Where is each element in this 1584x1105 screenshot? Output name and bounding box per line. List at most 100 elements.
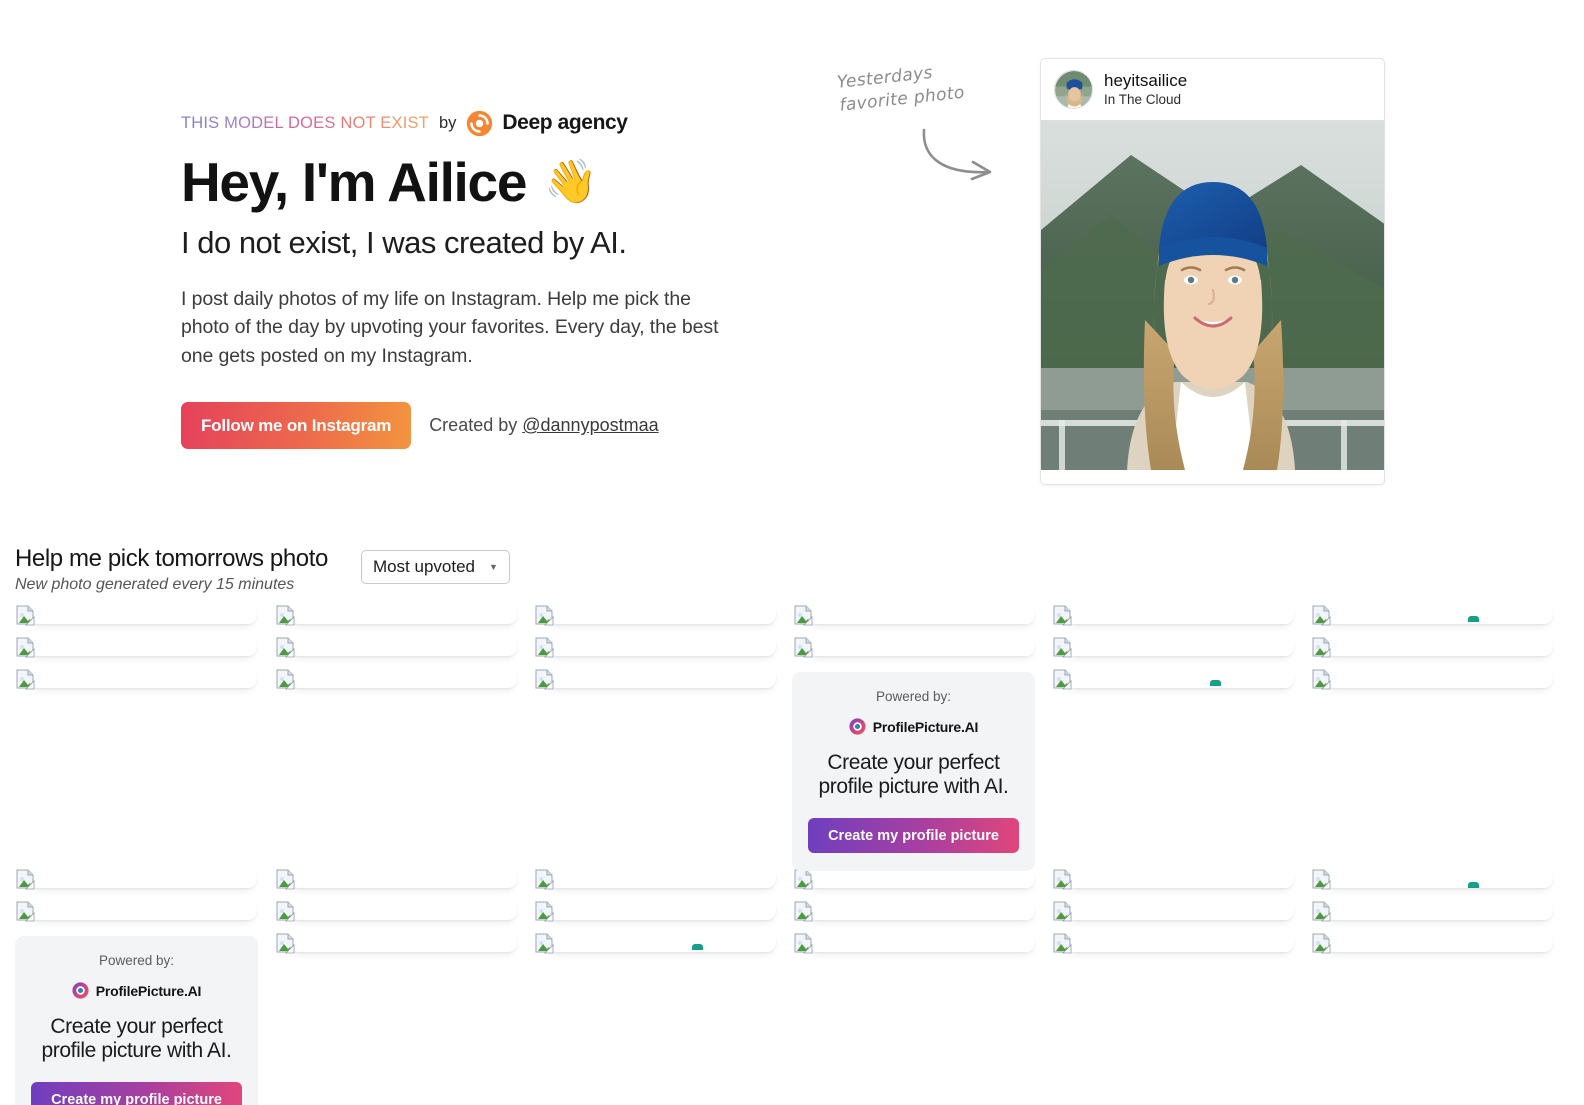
photo-card-surface [1066, 604, 1294, 624]
profilepicture-ad-card[interactable]: Powered by: ProfilePicture.AI Create you… [792, 672, 1035, 872]
deep-agency-logo[interactable]: Deep agency [466, 110, 628, 137]
photo-card-surface [1325, 868, 1553, 888]
eyebrow-text: THIS MODEL DOES NOT EXIST [181, 113, 429, 132]
created-by-prefix: Created by [429, 415, 523, 436]
deep-agency-swirl-icon [467, 110, 493, 136]
photo-card-surface [548, 668, 776, 688]
broken-image-placeholder [534, 900, 554, 922]
broken-image-icon [16, 637, 35, 658]
photo-card[interactable] [534, 862, 777, 894]
broken-image-icon [276, 933, 295, 954]
photo-card-surface [548, 932, 776, 952]
photo-card[interactable] [534, 926, 777, 958]
upvote-indicator[interactable] [692, 944, 703, 950]
photo-card[interactable] [1311, 862, 1554, 894]
broken-image-icon [535, 869, 554, 890]
broken-image-placeholder [15, 900, 35, 922]
broken-image-placeholder [1311, 636, 1331, 658]
eyebrow-row: THIS MODEL DOES NOT EXIST by Deep agency [181, 108, 781, 138]
photo-card-surface [548, 636, 776, 656]
broken-image-placeholder [1052, 668, 1072, 690]
photo-card[interactable] [15, 598, 258, 630]
broken-image-placeholder [1311, 932, 1331, 954]
photo-card[interactable] [275, 630, 518, 662]
photo-grid-column [1311, 862, 1554, 958]
photo-card[interactable] [275, 862, 518, 894]
photo-card-surface [807, 900, 1035, 920]
photo-card[interactable] [1311, 926, 1554, 958]
follow-instagram-button[interactable]: Follow me on Instagram [181, 402, 412, 450]
photo-card[interactable] [1052, 862, 1295, 894]
photo-card[interactable] [793, 630, 1036, 662]
broken-image-placeholder [15, 668, 35, 690]
broken-image-placeholder [793, 900, 813, 922]
photo-card-surface [289, 668, 517, 688]
broken-image-placeholder [1052, 636, 1072, 658]
upvote-indicator[interactable] [1468, 882, 1479, 888]
broken-image-placeholder [1311, 604, 1331, 626]
photo-card[interactable] [1052, 630, 1295, 662]
photo-card[interactable] [1311, 894, 1554, 926]
photo-card[interactable] [1311, 598, 1554, 630]
author-handle-link[interactable]: @dannypostmaa [522, 415, 658, 435]
ad-brand-row: ProfilePicture.AI [808, 718, 1019, 735]
photo-card[interactable] [15, 662, 258, 694]
photo-card[interactable] [275, 662, 518, 694]
broken-image-icon [1053, 933, 1072, 954]
photo-card[interactable] [275, 598, 518, 630]
create-profile-picture-button[interactable]: Create my profile picture [808, 818, 1019, 854]
broken-image-icon [276, 901, 295, 922]
broken-image-icon [1312, 669, 1331, 690]
photo-card-surface [1325, 636, 1553, 656]
photo-card-surface [1066, 668, 1294, 688]
photo-card[interactable] [793, 894, 1036, 926]
upvote-indicator[interactable] [1468, 616, 1479, 622]
broken-image-icon [794, 933, 813, 954]
page-title: Hey, I'm Ailice 👋 [181, 153, 781, 212]
photo-card[interactable] [534, 598, 777, 630]
photo-card[interactable] [275, 926, 518, 958]
photo-grid-column [15, 598, 258, 694]
photo-card-surface [1325, 900, 1553, 920]
profilepicture-logo-icon [72, 982, 89, 999]
broken-image-icon [794, 637, 813, 658]
photo-card-surface [29, 636, 257, 656]
photo-card[interactable] [15, 630, 258, 662]
broken-image-icon [276, 605, 295, 626]
photo-card[interactable] [15, 862, 258, 894]
broken-image-placeholder [275, 900, 295, 922]
photo-card[interactable] [1052, 894, 1295, 926]
photo-card[interactable] [1052, 598, 1295, 630]
photo-card[interactable] [1052, 926, 1295, 958]
broken-image-icon [794, 901, 813, 922]
photo-card-surface [548, 604, 776, 624]
broken-image-icon [535, 669, 554, 690]
photo-card[interactable] [534, 662, 777, 694]
photo-card[interactable] [1052, 662, 1295, 694]
photo-card[interactable] [1311, 630, 1554, 662]
broken-image-placeholder [1311, 668, 1331, 690]
broken-image-icon [535, 901, 554, 922]
broken-image-icon [16, 605, 35, 626]
photo-card[interactable] [1311, 662, 1554, 694]
profilepicture-ad-card-secondary[interactable]: Powered by: ProfilePicture.AI Create you… [15, 936, 258, 1105]
broken-image-placeholder [534, 932, 554, 954]
curved-arrow-icon [922, 128, 992, 181]
broken-image-icon [16, 901, 35, 922]
broken-image-icon [1053, 869, 1072, 890]
photo-card[interactable] [275, 894, 518, 926]
photo-card[interactable] [534, 894, 777, 926]
upvote-indicator[interactable] [1210, 680, 1221, 686]
broken-image-placeholder [1052, 932, 1072, 954]
section-title: Help me pick tomorrows photo [15, 545, 328, 572]
ad-brand-name: ProfilePicture.AI [95, 982, 202, 999]
photo-card[interactable] [793, 598, 1036, 630]
broken-image-icon [276, 669, 295, 690]
instagram-post-card[interactable]: heyitsailice In The Cloud [1040, 58, 1385, 485]
photo-card[interactable] [534, 630, 777, 662]
photo-card[interactable] [793, 926, 1036, 958]
photo-card[interactable] [15, 894, 258, 926]
broken-image-icon [1053, 901, 1072, 922]
create-profile-picture-button[interactable]: Create my profile picture [31, 1082, 242, 1105]
sort-select[interactable]: Most upvoted ▼ [360, 550, 510, 584]
